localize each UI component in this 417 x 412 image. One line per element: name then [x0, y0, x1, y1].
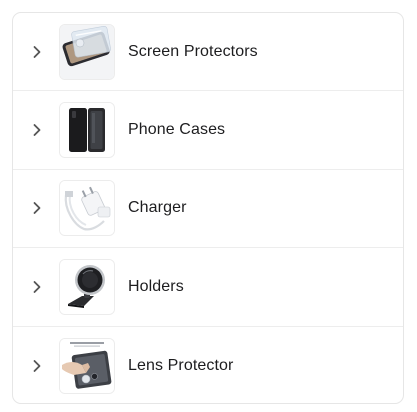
- chevron-right-icon: [33, 45, 41, 58]
- category-item-screen-protectors[interactable]: Screen Protectors: [13, 13, 403, 92]
- chevron-right-icon: [33, 124, 41, 136]
- screen-protector-image: [59, 23, 115, 80]
- category-item-lens-protector[interactable]: Lens Protector: [13, 327, 403, 403]
- category-item-holders[interactable]: Holders: [13, 248, 403, 327]
- category-label: Holders: [128, 277, 184, 295]
- category-label: Screen Protectors: [128, 42, 258, 60]
- chevron-right-icon: [33, 280, 41, 293]
- phone-holder-image: [59, 258, 115, 315]
- lens-protector-image: [59, 337, 115, 394]
- category-item-charger[interactable]: Charger: [13, 170, 403, 249]
- category-label: Lens Protector: [128, 356, 234, 374]
- category-label: Phone Cases: [128, 121, 226, 139]
- charger-image: [59, 180, 115, 237]
- category-list: Screen Protectors Phone Cases Charger Ho…: [12, 12, 404, 404]
- phone-case-image: [59, 102, 115, 159]
- chevron-right-icon: [33, 359, 41, 372]
- category-label: Charger: [128, 199, 187, 217]
- chevron-right-icon: [33, 202, 41, 215]
- category-item-phone-cases[interactable]: Phone Cases: [13, 91, 403, 170]
